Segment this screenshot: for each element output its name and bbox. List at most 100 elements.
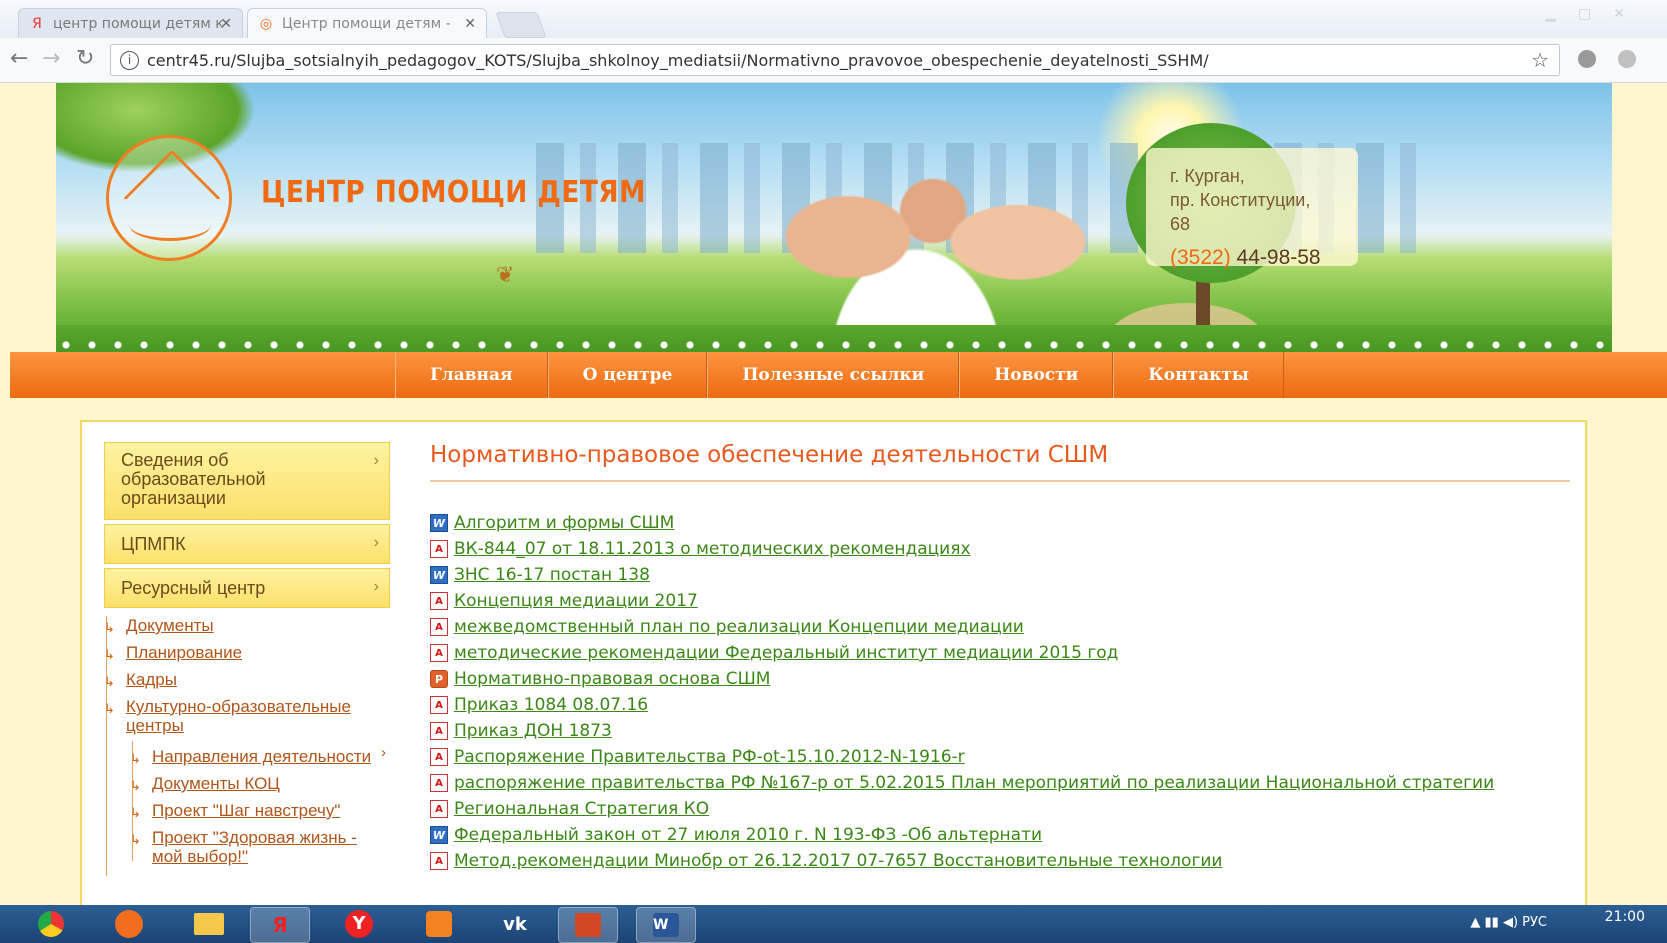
document-link[interactable]: A Распоряжение Правительства РФ-ot-15.10.… — [430, 744, 1570, 770]
reload-icon[interactable]: ↻ — [76, 46, 94, 71]
document-link[interactable]: P Нормативно-правовая основа СШМ — [430, 666, 1570, 692]
back-arrow-icon[interactable]: ← — [10, 46, 28, 71]
sidebar-item-label: Ресурсный центр — [121, 578, 266, 598]
link-text[interactable]: Направления деятельности — [152, 747, 371, 766]
document-link[interactable]: A Региональная Стратегия КО — [430, 796, 1570, 822]
chevron-right-icon: › — [373, 452, 379, 469]
sidebar-link-planning[interactable]: ↳ Планирование — [104, 643, 390, 662]
window-controls[interactable]: ▁□✕ — [1545, 6, 1647, 22]
document-link[interactable]: W Федеральный закон от 27 июля 2010 г. N … — [430, 822, 1570, 848]
document-name[interactable]: Нормативно-правовая основа СШМ — [454, 669, 770, 689]
powerpoint-icon[interactable] — [558, 907, 618, 943]
document-name[interactable]: ЗНС 16-17 постан 138 — [454, 565, 650, 585]
site-logo[interactable] — [106, 135, 232, 261]
link-text[interactable]: Планирование — [126, 643, 242, 662]
sidebar-link-cultural-centers[interactable]: ↳ Культурно-образовательные центры — [104, 697, 362, 735]
new-tab-button[interactable] — [495, 12, 547, 38]
address-street: пр. Конституции, 68 — [1170, 190, 1311, 234]
document-name[interactable]: межведомственный план по реализации Конц… — [454, 617, 1024, 637]
word-icon[interactable]: W — [636, 907, 696, 943]
document-link[interactable]: Aметодические рекомендации Федеральный и… — [430, 640, 1570, 666]
document-name[interactable]: Алгоритм и формы СШМ — [454, 513, 674, 533]
sidebar-link-project-step[interactable]: ↳ Проект "Шаг навстречу" — [130, 801, 390, 820]
chevron-right-icon: › — [373, 534, 379, 551]
link-text[interactable]: Кадры — [126, 670, 177, 689]
sidebar-link-koc-docs[interactable]: ↳ Документы КОЦ — [130, 774, 390, 793]
url-text[interactable]: centr45.ru/Slujba_sotsialnyih_pedagogov_… — [147, 51, 1209, 70]
sidebar-item-label: Сведения об образовательной организации — [121, 450, 266, 508]
yandex-browser-icon[interactable]: Я — [250, 907, 310, 943]
app-icon[interactable] — [100, 907, 158, 941]
extension-icon[interactable] — [1578, 50, 1596, 68]
link-text[interactable]: Проект "Здоровая жизнь - мой выбор!" — [152, 828, 357, 866]
arrow-icon: ↳ — [104, 674, 115, 689]
info-icon[interactable]: i — [120, 51, 139, 70]
document-name[interactable]: Приказ 1084 08.07.16 — [454, 695, 648, 715]
tab-title: центр помощи детям к — [53, 15, 224, 32]
nav-item-home[interactable]: Главная — [395, 352, 548, 398]
bookmark-star-icon[interactable]: ☆ — [1531, 48, 1549, 72]
browser-tab-2[interactable]: ◎ Центр помощи детям - ✕ — [247, 8, 487, 38]
document-name[interactable]: ВК-844_07 от 18.11.2013 о методических р… — [454, 539, 971, 559]
link-text[interactable]: Культурно-образовательные центры — [126, 697, 351, 735]
document-name[interactable]: Метод.рекомендации Минобр от 26.12.2017 … — [454, 851, 1222, 871]
clock[interactable]: 21:00 — [1605, 908, 1645, 926]
link-text[interactable]: Проект "Шаг навстречу" — [152, 801, 340, 820]
pdf-file-icon: A — [430, 800, 448, 818]
nav-item-links[interactable]: Полезные ссылки — [707, 352, 960, 398]
document-name[interactable]: распоряжение правительства РФ №167-р от … — [454, 773, 1494, 793]
content-area: Сведения об образовательной организации … — [80, 420, 1587, 905]
odnoklassniki-icon[interactable] — [410, 907, 468, 941]
extension-icon[interactable] — [1618, 50, 1636, 68]
site-name[interactable]: ЦЕНТР ПОМОЩИ ДЕТЯМ — [261, 175, 646, 210]
link-text[interactable]: Документы — [126, 616, 214, 635]
document-link[interactable]: Aмежведомственный план по реализации Кон… — [430, 614, 1570, 640]
nav-item-about[interactable]: О центре — [547, 352, 708, 398]
arrow-icon: ↳ — [130, 751, 141, 766]
yandex-icon[interactable]: Y — [330, 907, 388, 941]
address-bar[interactable]: i centr45.ru/Slujba_sotsialnyih_pedagogo… — [110, 44, 1560, 76]
main-content: Нормативно-правовое обеспечение деятельн… — [430, 442, 1570, 874]
document-link[interactable]: W Алгоритм и формы СШМ — [430, 510, 1570, 536]
close-tab-icon[interactable]: ✕ — [464, 16, 476, 32]
document-link[interactable]: Aраспоряжение правительства РФ №167-р от… — [430, 770, 1570, 796]
language-indicator[interactable]: РУС — [1522, 915, 1547, 930]
link-text[interactable]: Документы КОЦ — [152, 774, 280, 793]
arrow-icon: ↳ — [130, 832, 141, 847]
taskbar: Я Y vk W ▲ ▮▮ ◀) РУС 21:00 — [0, 905, 1667, 943]
tab-title: Центр помощи детям - — [282, 15, 451, 32]
nav-item-contacts[interactable]: Контакты — [1113, 352, 1284, 398]
arrow-icon: ↳ — [130, 805, 141, 820]
browser-tabstrip: Я центр помощи детям к ✕ ◎ Центр помощи … — [0, 0, 1667, 38]
document-name[interactable]: Федеральный закон от 27 июля 2010 г. N 1… — [454, 825, 1042, 845]
sidebar-item-cpmpk[interactable]: ЦПМПК › — [104, 524, 390, 564]
document-name[interactable]: Концепция медиации 2017 — [454, 591, 698, 611]
sidebar-link-project-health[interactable]: ↳ Проект "Здоровая жизнь - мой выбор!" — [130, 828, 372, 866]
document-link[interactable]: A Приказ 1084 08.07.16 — [430, 692, 1570, 718]
arrow-icon: ↳ — [104, 701, 115, 716]
document-link[interactable]: A Приказ ДОН 1873 — [430, 718, 1570, 744]
document-link[interactable]: A ВК-844_07 от 18.11.2013 о методических … — [430, 536, 1570, 562]
sidebar-link-staff[interactable]: ↳ Кадры — [104, 670, 390, 689]
start-button[interactable] — [22, 907, 80, 941]
browser-tab-1[interactable]: Я центр помощи детям к ✕ — [18, 8, 243, 38]
forward-arrow-icon[interactable]: → — [42, 46, 60, 71]
vk-icon[interactable]: vk — [486, 907, 544, 941]
document-name[interactable]: Региональная Стратегия КО — [454, 799, 709, 819]
sidebar-link-directions[interactable]: ↳ Направления деятельности — [130, 747, 390, 766]
sidebar-item-resource-center[interactable]: Ресурсный центр › — [104, 568, 390, 608]
close-tab-icon[interactable]: ✕ — [220, 16, 232, 32]
sidebar-item-org-info[interactable]: Сведения об образовательной организации … — [104, 442, 390, 520]
document-name[interactable]: Распоряжение Правительства РФ-ot-15.10.2… — [454, 747, 965, 767]
document-link[interactable]: A Концепция медиации 2017 — [430, 588, 1570, 614]
sidebar-submenu: ↳ Документы ↳ Планирование ↳ Кадры ↳ Культур… — [104, 616, 390, 876]
sidebar-link-documents[interactable]: ↳ Документы — [104, 616, 390, 635]
system-tray[interactable]: ▲ ▮▮ ◀) РУС — [1470, 915, 1547, 930]
document-link[interactable]: A Метод.рекомендации Минобр от 26.12.2017… — [430, 848, 1570, 874]
arrow-icon: ↳ — [130, 778, 141, 793]
nav-item-news[interactable]: Новости — [959, 352, 1114, 398]
document-name[interactable]: Приказ ДОН 1873 — [454, 721, 612, 741]
document-name[interactable]: методические рекомендации Федеральный ин… — [454, 643, 1118, 663]
folder-icon[interactable] — [180, 907, 238, 941]
document-link[interactable]: W ЗНС 16-17 постан 138 — [430, 562, 1570, 588]
